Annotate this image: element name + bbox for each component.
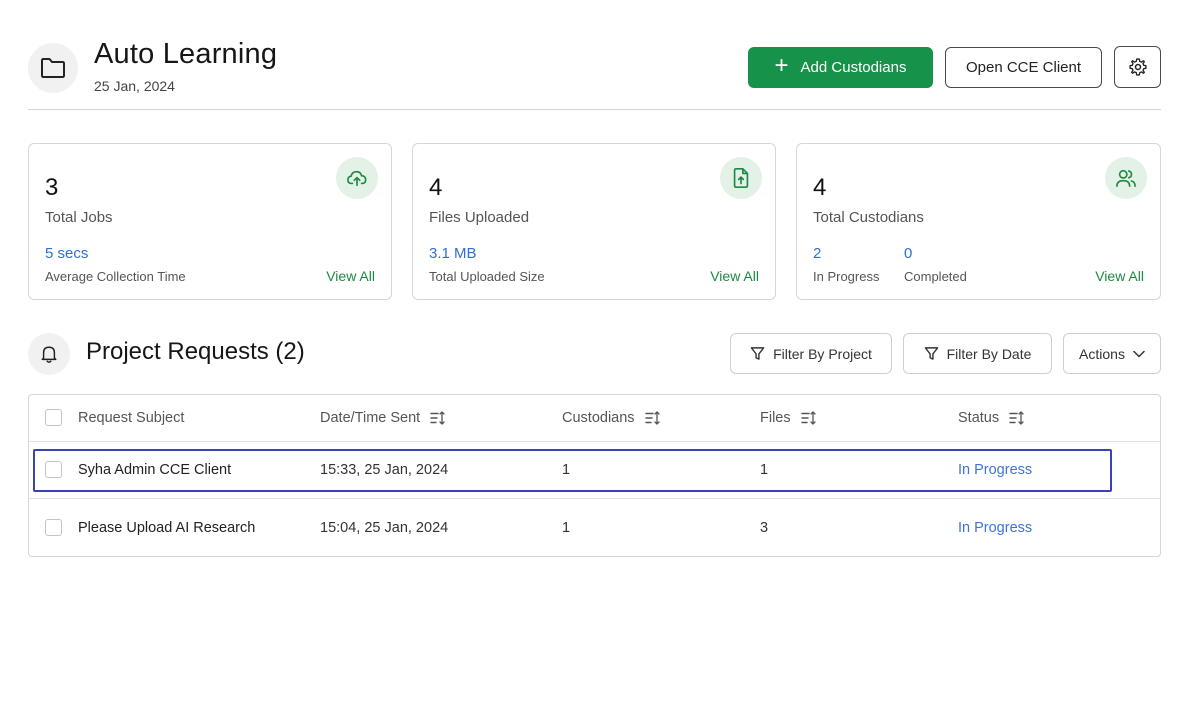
actions-dropdown[interactable]: Actions xyxy=(1063,333,1161,374)
filter-by-date-button[interactable]: Filter By Date xyxy=(903,333,1052,374)
column-header-status[interactable]: Status xyxy=(958,395,1025,441)
column-header-files[interactable]: Files xyxy=(760,395,817,441)
filter-by-project-button[interactable]: Filter By Project xyxy=(730,333,892,374)
completed-count: 0 xyxy=(904,245,913,262)
files-uploaded-card: 4 Files Uploaded 3.1 MB Total Uploaded S… xyxy=(412,143,776,300)
sort-icon[interactable] xyxy=(800,411,817,425)
total-jobs-value: 3 xyxy=(45,174,59,201)
files-uploaded-value: 4 xyxy=(429,174,443,201)
chevron-down-icon xyxy=(1133,350,1145,358)
page-title: Auto Learning xyxy=(94,38,278,70)
in-progress-label: In Progress xyxy=(813,269,880,284)
requests-table: Request Subject Date/Time Sent Custodian… xyxy=(28,394,1161,557)
cloud-upload-icon xyxy=(336,157,378,199)
open-cce-client-button[interactable]: Open CCE Client xyxy=(945,47,1102,88)
plus-icon: + xyxy=(774,52,789,79)
view-all-custodians-link[interactable]: View All xyxy=(1095,268,1144,284)
request-subject[interactable]: Syha Admin CCE Client xyxy=(78,442,231,498)
avg-collection-time-value: 5 secs xyxy=(45,245,89,262)
page-date: 25 Jan, 2024 xyxy=(94,78,175,94)
sort-icon[interactable] xyxy=(1009,411,1025,425)
request-files: 3 xyxy=(760,519,769,536)
uploaded-size-value: 3.1 MB xyxy=(429,245,477,262)
total-custodians-card: 4 Total Custodians 2 In Progress 0 Compl… xyxy=(796,143,1161,300)
total-jobs-label: Total Jobs xyxy=(45,209,113,226)
request-custodians: 1 xyxy=(562,462,571,478)
files-uploaded-label: Files Uploaded xyxy=(429,209,530,226)
column-header-subject: Request Subject xyxy=(78,410,185,426)
project-requests-title: Project Requests (2) xyxy=(86,338,305,365)
row-checkbox[interactable] xyxy=(45,518,62,536)
row-checkbox[interactable] xyxy=(45,461,62,478)
column-header-date[interactable]: Date/Time Sent xyxy=(320,395,446,441)
completed-label: Completed xyxy=(904,269,967,284)
total-custodians-label: Total Custodians xyxy=(813,209,924,226)
request-date: 15:04, 25 Jan, 2024 xyxy=(320,519,449,536)
sort-icon[interactable] xyxy=(430,411,446,425)
gear-icon xyxy=(1128,57,1148,77)
request-custodians: 1 xyxy=(562,519,571,536)
users-icon xyxy=(1105,157,1147,199)
request-date: 15:33, 25 Jan, 2024 xyxy=(320,462,449,478)
in-progress-count: 2 xyxy=(813,245,822,262)
table-row[interactable]: Syha Admin CCE Client 15:33, 25 Jan, 202… xyxy=(29,442,1160,499)
filter-icon xyxy=(750,346,765,361)
total-jobs-card: 3 Total Jobs 5 secs Average Collection T… xyxy=(28,143,392,300)
settings-button[interactable] xyxy=(1114,46,1161,88)
total-custodians-value: 4 xyxy=(813,174,827,201)
view-all-files-link[interactable]: View All xyxy=(710,268,759,284)
sort-icon[interactable] xyxy=(644,411,661,425)
table-row[interactable]: Please Upload AI Research 15:04, 25 Jan,… xyxy=(29,499,1160,556)
uploaded-size-label: Total Uploaded Size xyxy=(429,269,545,284)
table-header-row: Request Subject Date/Time Sent Custodian… xyxy=(29,395,1160,442)
page-header: Auto Learning 25 Jan, 2024 + Add Custodi… xyxy=(28,38,1161,110)
open-cce-client-label: Open CCE Client xyxy=(965,59,1082,76)
folder-icon xyxy=(28,43,78,93)
actions-label: Actions xyxy=(1079,345,1125,362)
add-custodians-button[interactable]: + Add Custodians xyxy=(748,47,933,88)
filter-by-project-label: Filter By Project xyxy=(773,345,872,362)
select-all-checkbox[interactable] xyxy=(45,409,62,426)
column-header-custodians[interactable]: Custodians xyxy=(562,395,661,441)
request-subject[interactable]: Please Upload AI Research xyxy=(78,499,255,556)
avg-collection-time-label: Average Collection Time xyxy=(45,269,186,284)
add-custodians-label: Add Custodians xyxy=(800,59,907,76)
filter-by-date-label: Filter By Date xyxy=(946,345,1032,362)
bell-icon xyxy=(28,333,70,375)
request-status[interactable]: In Progress xyxy=(958,499,1032,556)
file-upload-icon xyxy=(720,157,762,199)
request-files: 1 xyxy=(760,462,769,478)
request-status[interactable]: In Progress xyxy=(958,442,1032,498)
filter-icon xyxy=(924,346,939,361)
view-all-jobs-link[interactable]: View All xyxy=(326,268,375,284)
